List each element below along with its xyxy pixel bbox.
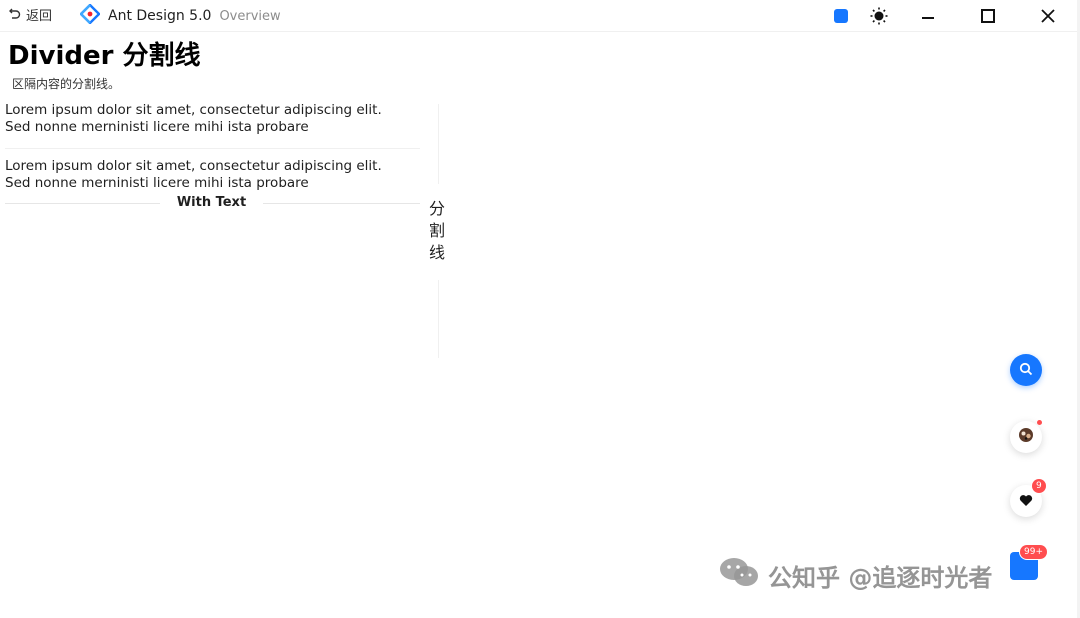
title-bar: 返回 Ant Design 5.0 Overview (0, 0, 1080, 32)
color-swatch-icon[interactable] (830, 5, 852, 27)
close-icon[interactable] (1037, 5, 1059, 27)
app-name: Ant Design 5.0 (108, 8, 212, 24)
lorem-paragraph: Lorem ipsum dolor sit amet, consectetur … (5, 102, 382, 135)
heart-icon (1019, 492, 1033, 511)
page-description: 区隔内容的分割线。 (12, 77, 121, 91)
avatar-float-button[interactable] (1010, 420, 1042, 453)
count-badge: 99+ (1020, 545, 1047, 559)
back-label: 返回 (26, 9, 53, 24)
wechat-icon (718, 556, 760, 594)
minimize-icon[interactable] (917, 5, 939, 27)
search-icon (1019, 361, 1033, 380)
divider-line-right (263, 203, 420, 204)
horizontal-divider (5, 148, 420, 149)
divider-text: With Text (176, 195, 247, 210)
app-brand: Ant Design 5.0 Overview (79, 3, 281, 28)
search-float-button[interactable] (1010, 354, 1042, 386)
antd-logo-icon (79, 3, 101, 28)
sun-icon[interactable] (868, 5, 890, 27)
bottom-float-button[interactable]: 99+ (1010, 545, 1047, 580)
divider-line-left (5, 203, 160, 204)
lorem-paragraph: Lorem ipsum dolor sit amet, consectetur … (5, 158, 382, 191)
vertical-divider-text: 分 割 线 (429, 198, 449, 264)
avatar-icon (1018, 427, 1034, 447)
watermark-text: 公知乎 @追逐时光者 (768, 563, 993, 592)
notification-dot (1037, 420, 1042, 425)
vertical-divider (438, 280, 439, 358)
vertical-char: 线 (429, 243, 446, 262)
vertical-divider (438, 104, 439, 184)
back-button[interactable]: 返回 (8, 5, 52, 24)
undo-icon (8, 6, 22, 24)
watermark: 公知乎 @追逐时光者 (718, 556, 992, 594)
vertical-char: 分 (429, 199, 446, 218)
count-badge: 9 (1032, 479, 1046, 493)
page-title: Divider 分割线 (8, 41, 201, 71)
divider-with-text: With Text (5, 194, 420, 212)
app-section: Overview (219, 8, 281, 24)
vertical-char: 割 (429, 221, 446, 240)
heart-float-button[interactable]: 9 (1010, 479, 1046, 517)
maximize-icon[interactable] (977, 5, 999, 27)
